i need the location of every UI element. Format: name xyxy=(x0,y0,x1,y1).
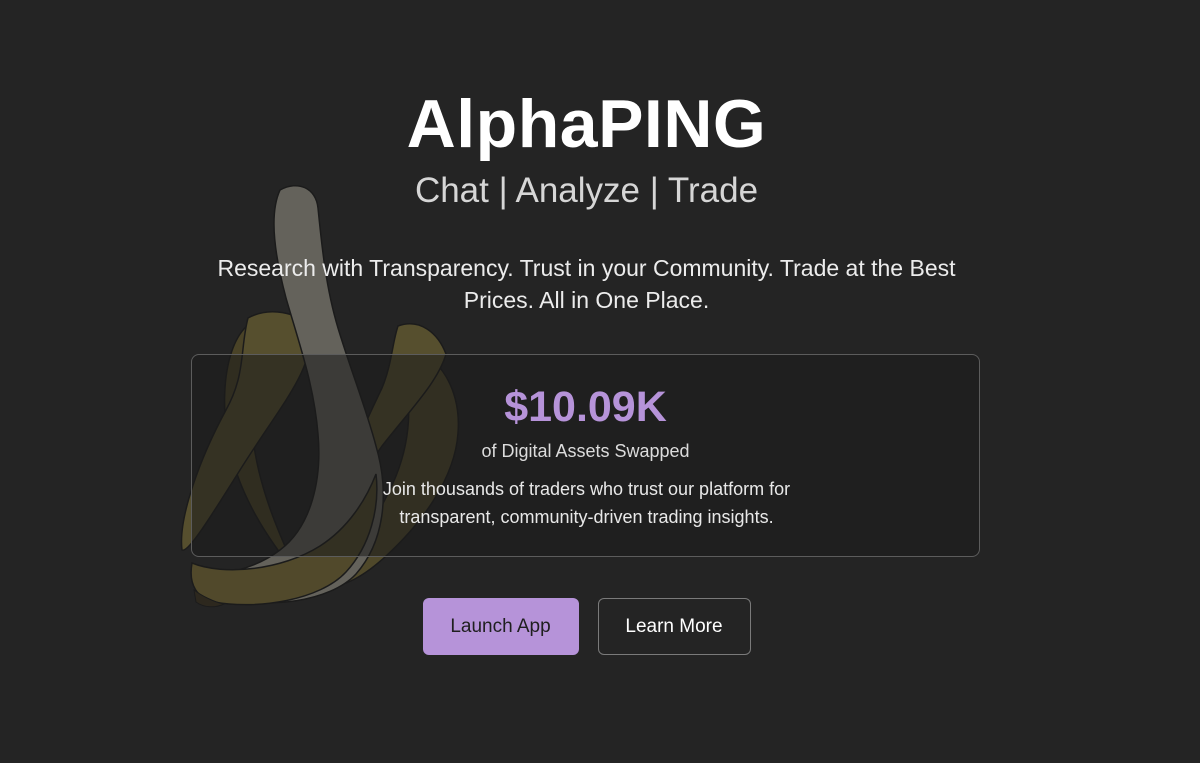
swapped-amount: $10.09K xyxy=(504,383,667,431)
hero-description: Research with Transparency. Trust in you… xyxy=(217,255,956,313)
stats-card: $10.09K of Digital Assets Swapped Join t… xyxy=(191,354,980,557)
stats-note: Join thousands of traders who trust our … xyxy=(382,479,791,527)
learn-more-button[interactable]: Learn More xyxy=(597,598,751,655)
brand-title: AlphaPING xyxy=(406,86,767,162)
hero-actions: Launch App Learn More xyxy=(0,598,1173,655)
launch-app-button[interactable]: Launch App xyxy=(422,598,579,655)
hero-section: AlphaPING Chat | Analyze | Trade Researc… xyxy=(0,0,1200,763)
tagline: Chat | Analyze | Trade xyxy=(414,171,759,210)
swapped-label: of Digital Assets Swapped xyxy=(481,441,690,461)
